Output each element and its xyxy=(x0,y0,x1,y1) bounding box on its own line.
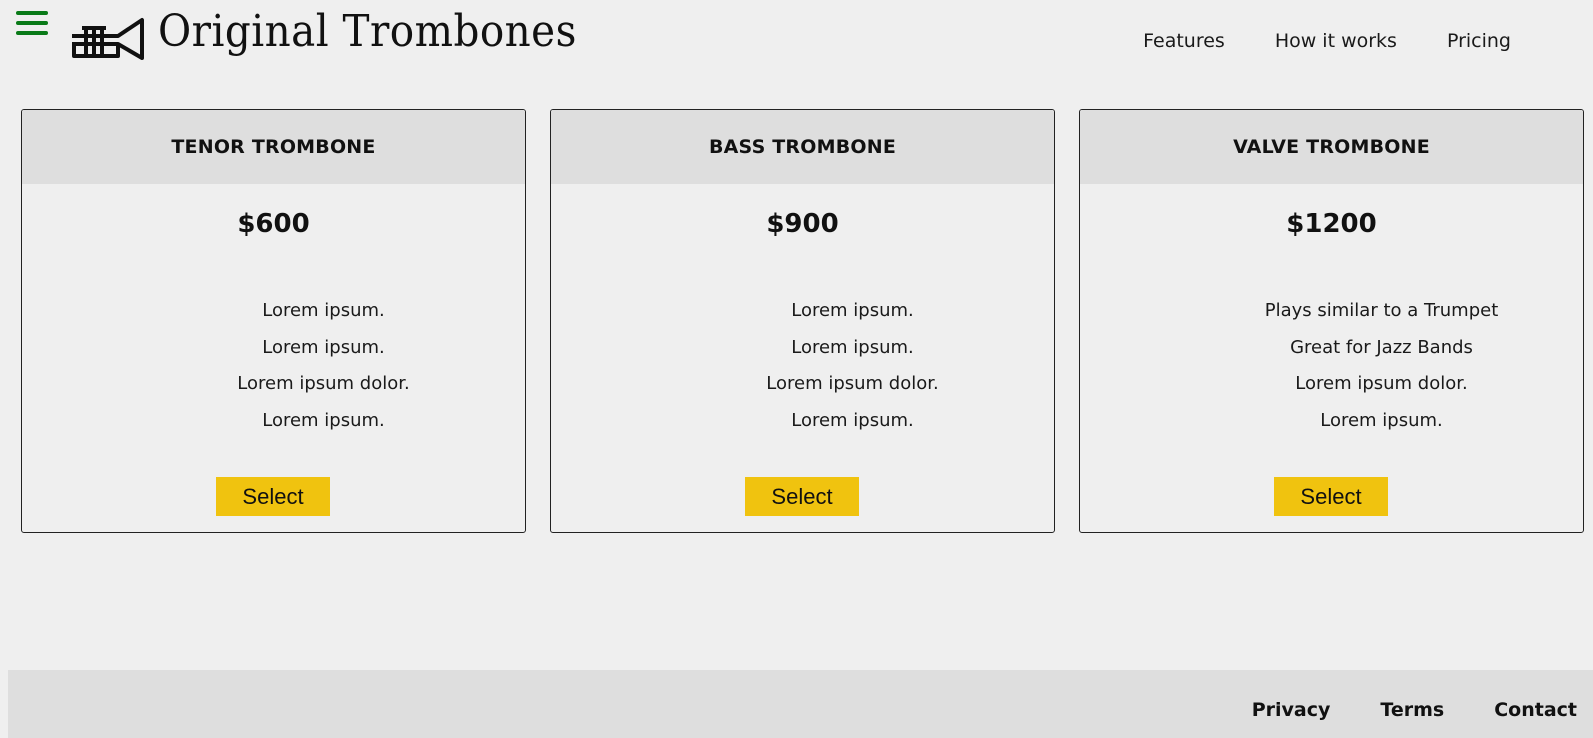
card-header: TENOR TROMBONE xyxy=(22,110,525,184)
select-button-valve[interactable]: Select xyxy=(1274,477,1388,516)
feature-item: Lorem ipsum dolor. xyxy=(1295,373,1468,394)
hamburger-bar xyxy=(16,21,48,25)
feature-list: Lorem ipsum. Lorem ipsum. Lorem ipsum do… xyxy=(601,293,1054,439)
select-button-bass[interactable]: Select xyxy=(745,477,859,516)
feature-item: Lorem ipsum. xyxy=(262,300,385,321)
nav-link-features[interactable]: Features xyxy=(1143,30,1225,52)
card-title: TENOR TROMBONE xyxy=(171,136,376,158)
feature-item: Lorem ipsum. xyxy=(262,409,385,431)
card-title: BASS TROMBONE xyxy=(708,136,897,158)
pricing-card-bass: BASS TROMBONE $900 Lorem ipsum. Lorem ip… xyxy=(550,109,1055,533)
feature-item: Lorem ipsum dolor. xyxy=(766,373,939,394)
footer-nav: Privacy Terms Contact xyxy=(1252,699,1577,721)
site-footer: Privacy Terms Contact xyxy=(8,670,1593,738)
card-price: $900 xyxy=(766,209,839,239)
feature-item: Plays similar to a Trumpet xyxy=(1264,300,1499,321)
feature-list: Plays similar to a Trumpet Great for Jaz… xyxy=(1130,293,1583,439)
feature-item: Lorem ipsum. xyxy=(791,409,914,431)
card-price: $1200 xyxy=(1286,209,1377,239)
card-header: BASS TROMBONE xyxy=(551,110,1054,184)
footer-link-terms[interactable]: Terms xyxy=(1380,699,1444,721)
brand-name[interactable]: Original Trombones xyxy=(158,6,577,57)
feature-list: Lorem ipsum. Lorem ipsum. Lorem ipsum do… xyxy=(72,293,525,439)
card-title: VALVE TROMBONE xyxy=(1233,136,1430,158)
pricing-card-tenor: TENOR TROMBONE $600 Lorem ipsum. Lorem i… xyxy=(21,109,526,533)
hamburger-bar xyxy=(16,31,48,35)
feature-item: Lorem ipsum. xyxy=(262,336,385,358)
footer-link-privacy[interactable]: Privacy xyxy=(1252,699,1331,721)
feature-item: Lorem ipsum. xyxy=(1320,409,1443,431)
pricing-card-valve: VALVE TROMBONE $1200 Plays similar to a … xyxy=(1079,109,1584,533)
pricing-cards: TENOR TROMBONE $600 Lorem ipsum. Lorem i… xyxy=(21,109,1584,533)
nav-link-pricing[interactable]: Pricing xyxy=(1447,30,1511,52)
feature-item: Lorem ipsum. xyxy=(791,300,914,321)
hamburger-bar xyxy=(16,11,48,15)
page: Original Trombones Features How it works… xyxy=(0,0,1593,738)
select-button-tenor[interactable]: Select xyxy=(216,477,330,516)
card-price: $600 xyxy=(237,209,310,239)
main-nav: Features How it works Pricing xyxy=(1143,30,1511,52)
nav-link-how-it-works[interactable]: How it works xyxy=(1275,30,1397,52)
trumpet-logo-icon xyxy=(72,18,144,60)
feature-item: Lorem ipsum dolor. xyxy=(237,373,410,394)
card-header: VALVE TROMBONE xyxy=(1080,110,1583,184)
hamburger-menu-icon[interactable] xyxy=(16,10,48,36)
feature-item: Great for Jazz Bands xyxy=(1290,336,1473,358)
feature-item: Lorem ipsum. xyxy=(791,336,914,358)
footer-link-contact[interactable]: Contact xyxy=(1494,699,1577,721)
